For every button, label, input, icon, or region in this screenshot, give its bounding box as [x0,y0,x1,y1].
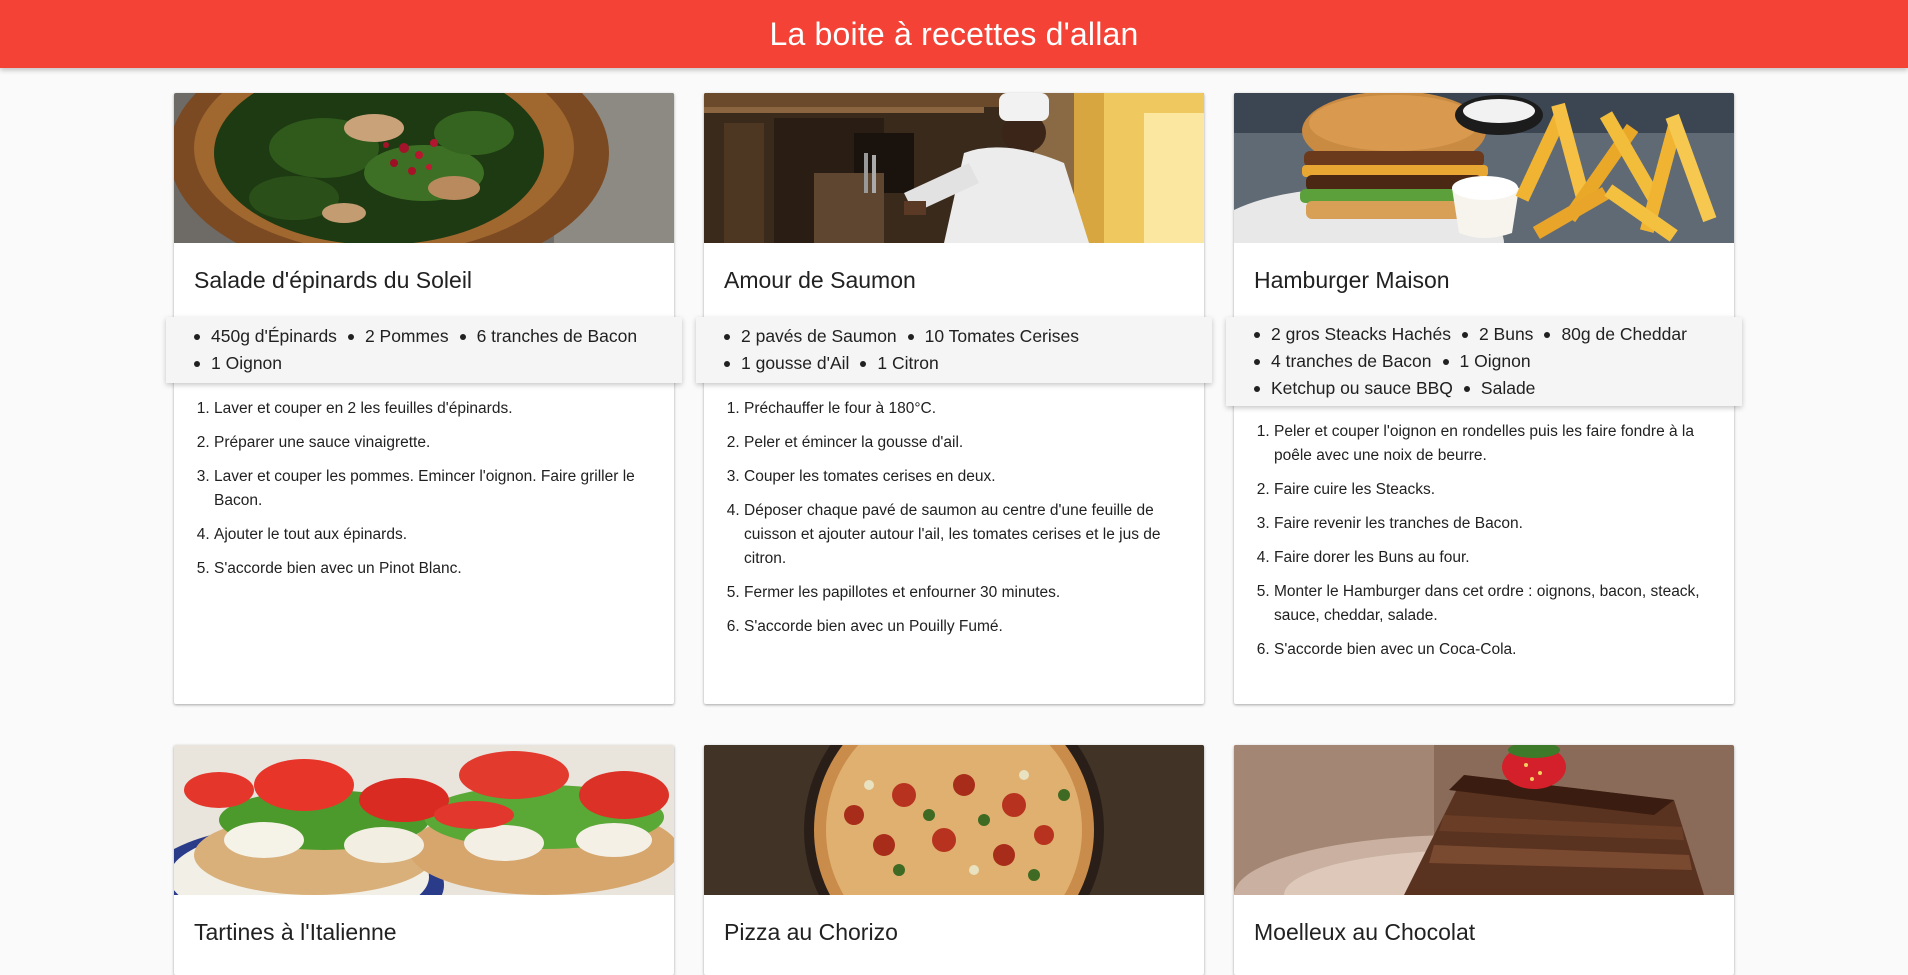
step-item: Couper les tomates cerises en deux. [744,465,1184,489]
app-title: La boite à recettes d'allan [769,15,1139,52]
ingredient-item: 2 gros Steacks Hachés [1254,321,1451,348]
step-item: Faire cuire les Steacks. [1274,478,1714,502]
step-item: Peler et émincer la gousse d'ail. [744,431,1184,455]
salad-photo [174,93,674,243]
ingredients-panel: 2 pavés de Saumon 10 Tomates Cerises 1 g… [696,317,1212,383]
step-item: Faire revenir les tranches de Bacon. [1274,512,1714,536]
recipe-card-pizza[interactable]: Pizza au Chorizo [704,745,1204,975]
step-item: S'accorde bien avec un Pouilly Fumé. [744,615,1184,639]
recipe-title: Moelleux au Chocolat [1254,919,1476,945]
app-header: La boite à recettes d'allan [0,0,1908,68]
steps-list: Préchauffer le four à 180°C. Peler et ém… [704,397,1204,639]
recipe-card-salade[interactable]: Salade d'épinards du Soleil 450g d'Épina… [166,93,682,704]
step-item: Faire dorer les Buns au four. [1274,546,1714,570]
ingredient-item: Salade [1463,375,1535,402]
recipe-card-moelleux[interactable]: Moelleux au Chocolat [1234,745,1734,975]
ingredient-item: 4 tranches de Bacon [1254,348,1432,375]
ingredients-panel: 2 gros Steacks Hachés 2 Buns 80g de Ched… [1226,317,1742,406]
ingredient-item: 1 Citron [860,350,939,377]
ingredient-item: 10 Tomates Cerises [907,323,1079,350]
step-item: Ajouter le tout aux épinards. [214,523,654,547]
recipe-title: Amour de Saumon [724,267,916,293]
recipe-card-saumon[interactable]: Amour de Saumon 2 pavés de Saumon 10 Tom… [696,93,1212,704]
recipe-card-hamburger[interactable]: Hamburger Maison 2 gros Steacks Hachés 2… [1226,93,1742,704]
step-item: Laver et couper en 2 les feuilles d'épin… [214,397,654,421]
chocolate-cake-photo [1234,745,1734,895]
step-item: Préparer une sauce vinaigrette. [214,431,654,455]
ingredient-item: 2 Pommes [347,323,449,350]
step-item: Laver et couper les pommes. Emincer l'oi… [214,465,654,513]
ingredients-list: 2 gros Steacks Hachés 2 Buns 80g de Ched… [1254,321,1722,402]
ingredient-item: Ketchup ou sauce BBQ [1254,375,1453,402]
step-item: S'accorde bien avec un Coca-Cola. [1274,638,1714,662]
step-item: Peler et couper l'oignon en rondelles pu… [1274,420,1714,468]
pizza-photo [704,745,1204,895]
ingredient-item: 2 Buns [1461,321,1533,348]
step-item: Préchauffer le four à 180°C. [744,397,1184,421]
recipe-card-tartines[interactable]: Tartines à l'Italienne [174,745,674,975]
ingredient-item: 1 Oignon [1442,348,1531,375]
step-item: Déposer chaque pavé de saumon au centre … [744,499,1184,571]
ingredient-item: 2 pavés de Saumon [724,323,897,350]
ingredient-item: 80g de Cheddar [1544,321,1687,348]
ingredient-item: 1 Oignon [194,350,282,377]
ingredient-item: 450g d'Épinards [194,323,337,350]
step-item: S'accorde bien avec un Pinot Blanc. [214,557,654,581]
chef-photo [704,93,1204,243]
recipe-title: Salade d'épinards du Soleil [194,267,473,293]
steps-list: Laver et couper en 2 les feuilles d'épin… [174,397,674,581]
steps-list: Peler et couper l'oignon en rondelles pu… [1234,420,1734,662]
ingredients-panel: 450g d'Épinards 2 Pommes 6 tranches de B… [166,317,682,383]
step-item: Fermer les papillotes et enfourner 30 mi… [744,581,1184,605]
ingredient-item: 1 gousse d'Ail [724,350,849,377]
ingredients-list: 450g d'Épinards 2 Pommes 6 tranches de B… [194,323,662,377]
recipe-title: Tartines à l'Italienne [194,919,397,945]
ingredient-item: 6 tranches de Bacon [459,323,637,350]
burger-photo [1234,93,1734,243]
tartines-photo [174,745,674,895]
ingredients-list: 2 pavés de Saumon 10 Tomates Cerises 1 g… [724,323,1192,377]
recipe-title: Pizza au Chorizo [724,919,898,945]
recipe-title: Hamburger Maison [1254,267,1450,293]
step-item: Monter le Hamburger dans cet ordre : oig… [1274,580,1714,628]
